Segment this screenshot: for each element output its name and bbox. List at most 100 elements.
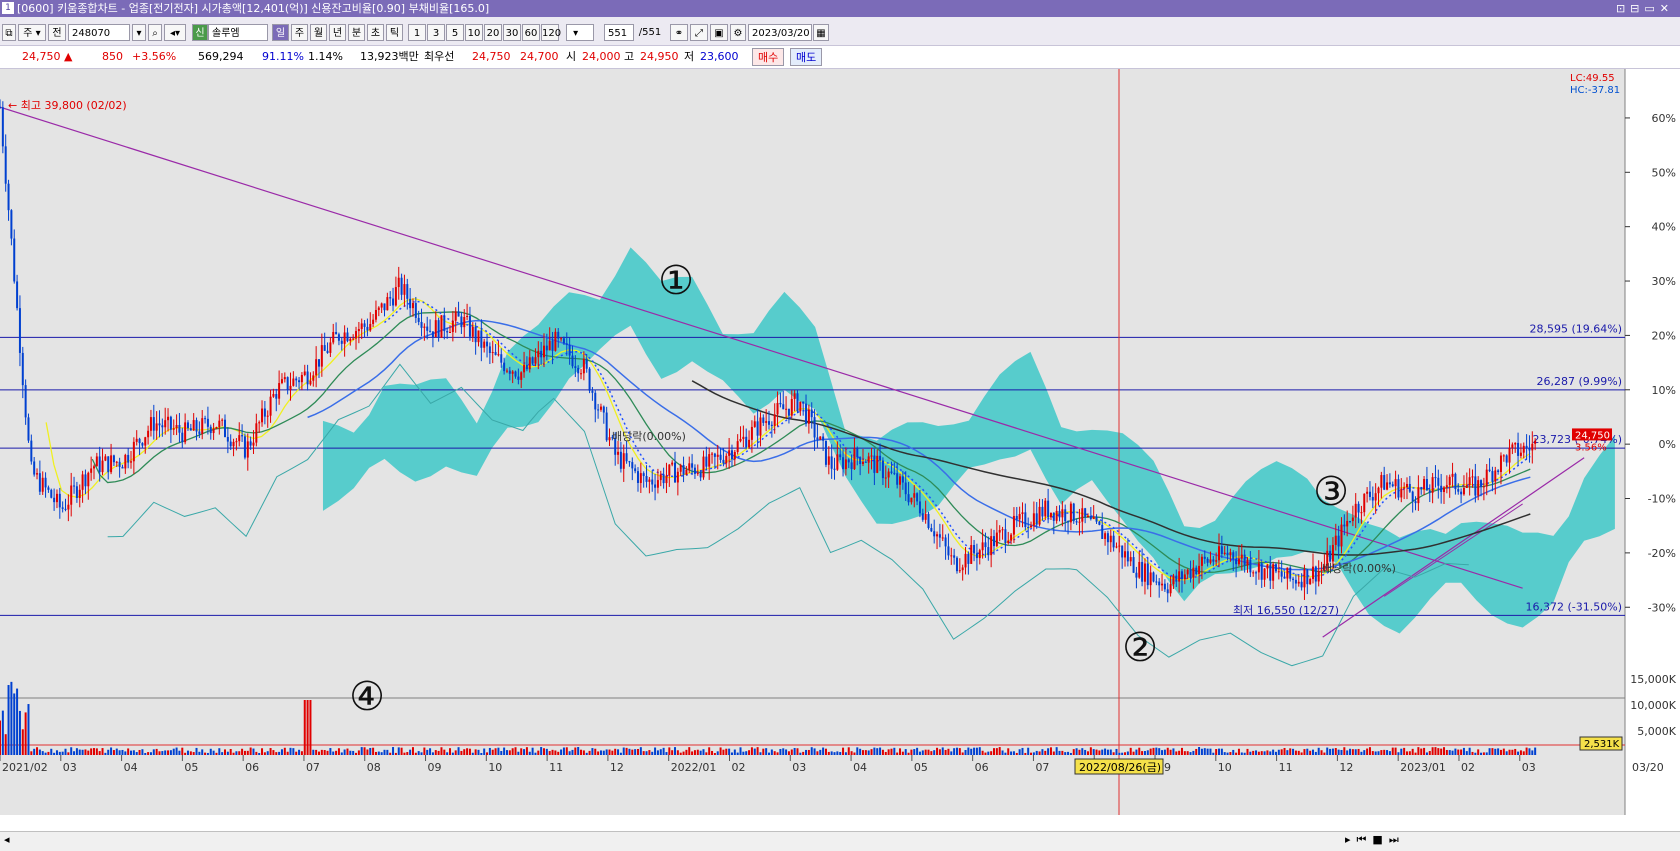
volume-bar: [588, 750, 591, 755]
stock-chart[interactable]: 28,595 (19.64%)26,287 (9.99%)23,723 (-0.…: [0, 69, 1680, 830]
volume-bar: [867, 750, 870, 755]
interval-tab-30[interactable]: 30: [503, 24, 521, 41]
volume-bar: [212, 750, 215, 755]
candle-body: [471, 326, 474, 337]
prev-stock-button[interactable]: 전: [48, 24, 66, 41]
scroll-controls[interactable]: ▸⏮■⏭: [1345, 833, 1405, 847]
period-tab-2[interactable]: 월: [310, 24, 327, 41]
candle-body: [1371, 497, 1374, 501]
volume-bar: [363, 747, 366, 755]
volume-bar: [1138, 747, 1141, 755]
candle-body: [548, 340, 551, 351]
search-icon[interactable]: ⌕: [148, 24, 162, 41]
volume-bar: [411, 747, 414, 755]
interval-tab-120[interactable]: 120: [541, 24, 561, 41]
volume-bar: [1212, 752, 1215, 755]
candle-body: [1012, 515, 1015, 535]
candle-body: [580, 373, 583, 375]
calendar-icon[interactable]: ▦: [813, 24, 829, 41]
count-total: /551: [638, 27, 662, 38]
volume-bar: [1263, 751, 1266, 755]
candle-body: [7, 183, 10, 211]
volume-bar: [1101, 749, 1104, 755]
candle-body: [491, 352, 494, 354]
volume-bar: [258, 752, 261, 755]
volume-bar: [1257, 751, 1260, 755]
volume-bar: [1001, 750, 1004, 755]
stock-code-input[interactable]: 248070: [68, 24, 130, 41]
count-select[interactable]: ▾: [566, 24, 594, 41]
candle-body: [1366, 491, 1369, 494]
period-tab-5[interactable]: 초: [367, 24, 384, 41]
hc-label: HC:-37.81: [1570, 85, 1620, 96]
candle-body: [964, 553, 967, 568]
save-icon[interactable]: ▣: [710, 24, 728, 41]
buy-button[interactable]: 매수: [752, 48, 785, 66]
chart-scroll-bar[interactable]: ◂ ▸⏮■⏭: [0, 831, 1680, 851]
volume-bar: [1400, 748, 1403, 755]
interval-tab-20[interactable]: 20: [484, 24, 502, 41]
volume-bar: [241, 748, 244, 755]
candle-body: [343, 332, 346, 344]
candle-body: [916, 493, 919, 502]
chart-settings-icon[interactable]: ⧉: [2, 24, 16, 41]
volume-bar: [938, 749, 941, 755]
volume-bar: [1317, 747, 1320, 755]
candle-body: [842, 457, 845, 470]
interval-tab-1[interactable]: 1: [408, 24, 426, 41]
candle-body: [924, 513, 927, 520]
volume-bar: [1186, 751, 1189, 755]
candle-body: [397, 277, 400, 288]
volume-bar: [477, 749, 480, 755]
candle-body: [941, 537, 944, 539]
period-tab-0[interactable]: 일: [272, 24, 289, 41]
candle-body: [1101, 524, 1104, 539]
volume-bar: [602, 750, 605, 755]
interval-tab-60[interactable]: 60: [522, 24, 540, 41]
candle-body: [656, 480, 659, 488]
draw-icon[interactable]: ⤢: [690, 24, 708, 41]
volume-bar: [1323, 752, 1326, 755]
interval-tab-10[interactable]: 10: [465, 24, 483, 41]
sell-button[interactable]: 매도: [790, 48, 823, 66]
volume-bar: [599, 750, 602, 755]
scroll-left-icon[interactable]: ◂: [4, 833, 10, 846]
candle-body: [505, 370, 508, 372]
stock-name-field[interactable]: 솔루엠: [208, 24, 268, 41]
volume-bar: [24, 712, 27, 755]
group-icon[interactable]: ⚭: [670, 24, 688, 41]
candle-body: [70, 485, 73, 505]
volume-bar: [585, 752, 588, 755]
candle-body: [320, 345, 323, 367]
candle-body: [84, 474, 87, 487]
volume-bar: [1069, 752, 1072, 755]
interval-tab-5[interactable]: 5: [446, 24, 464, 41]
interval-tab-3[interactable]: 3: [427, 24, 445, 41]
candle-body: [186, 422, 189, 429]
candle-body: [1226, 552, 1229, 556]
period-tab-3[interactable]: 년: [329, 24, 346, 41]
gear-icon[interactable]: ⚙: [730, 24, 746, 41]
candle-body: [1383, 475, 1386, 490]
volume-bar: [55, 750, 58, 755]
date-input[interactable]: 2023/03/20: [748, 24, 812, 41]
volume-bar: [531, 747, 534, 755]
stock-dropdown-icon[interactable]: ▾: [132, 24, 146, 41]
window-controls[interactable]: ⊡⊟▭✕: [1616, 0, 1674, 17]
candle-body: [787, 408, 790, 416]
sound-icon[interactable]: ◂▾: [164, 24, 186, 41]
count-input[interactable]: 551: [604, 24, 634, 41]
candle-body: [1377, 487, 1380, 494]
period-tab-4[interactable]: 분: [348, 24, 365, 41]
volume-bar: [941, 747, 944, 755]
market-select[interactable]: 주 ▾: [18, 24, 46, 41]
x-tick-label: 02: [1461, 761, 1475, 774]
candle-body: [1186, 569, 1189, 575]
period-tab-6[interactable]: 틱: [386, 24, 403, 41]
candle-body: [1198, 565, 1201, 575]
candle-body: [594, 392, 597, 410]
candle-body: [1229, 552, 1232, 556]
horizontal-line-label: 16,372 (-31.50%): [1526, 600, 1622, 613]
period-tab-1[interactable]: 주: [291, 24, 308, 41]
candle-body: [429, 330, 432, 332]
